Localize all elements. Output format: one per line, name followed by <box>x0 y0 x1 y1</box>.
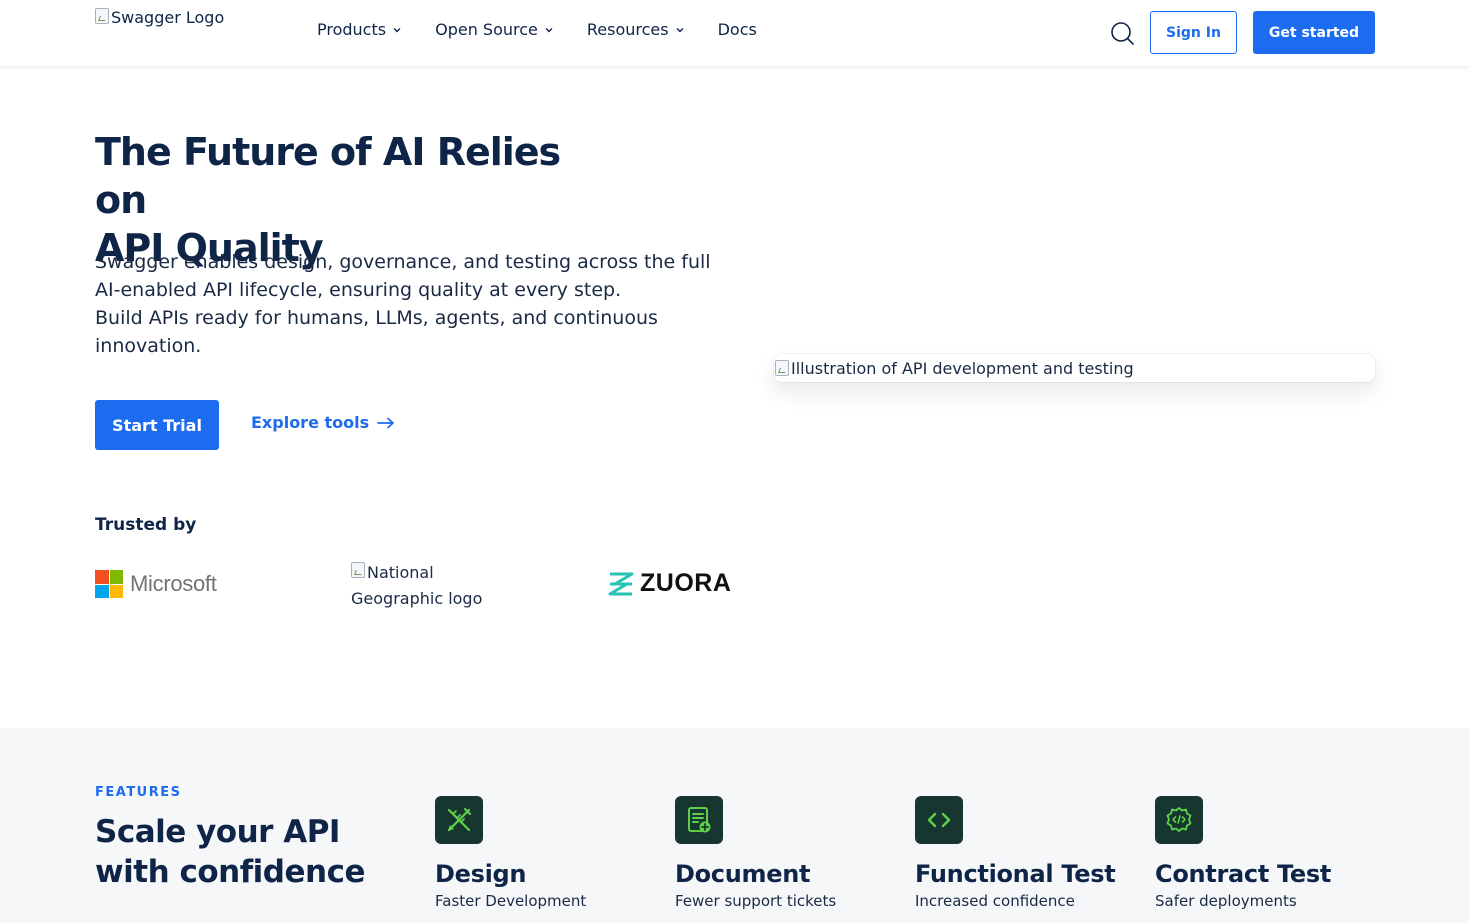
sign-in-button[interactable]: Sign In <box>1150 11 1237 54</box>
features-eyebrow: FEATURES <box>95 785 182 800</box>
document-add-icon <box>675 796 723 844</box>
feature-card-design[interactable]: Design Faster Development <box>435 796 655 910</box>
code-gear-icon <box>1155 796 1203 844</box>
nav-item-open-source[interactable]: Open Source <box>435 20 554 39</box>
nav-item-docs[interactable]: Docs <box>718 20 757 39</box>
nav-label: Resources <box>586 20 669 39</box>
microsoft-logo: Microsoft <box>95 570 217 598</box>
logo-alt-text: Swagger Logo <box>111 8 225 27</box>
feature-subtitle: Safer deployments <box>1155 892 1297 910</box>
get-started-button[interactable]: Get started <box>1253 11 1375 54</box>
zuora-mark-icon <box>608 572 634 595</box>
explore-tools-label: Explore tools <box>251 413 370 432</box>
nav-label: Open Source <box>435 20 538 39</box>
explore-tools-link[interactable]: Explore tools <box>251 413 395 432</box>
design-tools-icon <box>435 796 483 844</box>
chevron-down-icon <box>675 25 685 35</box>
feature-subtitle: Increased confidence <box>915 892 1075 910</box>
nav-label: Docs <box>717 20 757 39</box>
main-nav: Products Open Source Resources Docs <box>317 20 790 39</box>
site-header: Swagger Logo Products Open Source Resour… <box>0 0 1470 66</box>
zuora-wordmark: ZUORA <box>640 569 732 597</box>
hero-description: Swagger enables design, governance, and … <box>95 248 735 360</box>
feature-title: Contract Test <box>1155 860 1332 888</box>
trusted-by-heading: Trusted by <box>95 515 197 535</box>
feature-title: Functional Test <box>915 860 1116 888</box>
broken-image-icon <box>775 360 789 376</box>
national-geographic-logo: National Geographic logo <box>351 560 491 612</box>
hero-illustration-alt: Illustration of API development and test… <box>791 358 1134 378</box>
microsoft-grid-icon <box>95 570 123 598</box>
nav-label: Products <box>317 20 387 39</box>
zuora-logo: ZUORA <box>607 569 731 598</box>
arrow-right-icon <box>377 417 395 429</box>
chevron-down-icon <box>392 25 402 35</box>
swagger-logo[interactable]: Swagger Logo <box>95 8 224 27</box>
start-trial-button[interactable]: Start Trial <box>95 400 219 450</box>
feature-card-document[interactable]: Document Fewer support tickets <box>675 796 895 910</box>
features-title: Scale your API with confidence <box>95 814 366 890</box>
feature-title: Design <box>435 860 527 888</box>
chevron-down-icon <box>544 25 554 35</box>
microsoft-wordmark: Microsoft <box>130 571 217 596</box>
search-icon[interactable] <box>1109 20 1135 46</box>
feature-card-contract-test[interactable]: Contract Test Safer deployments <box>1155 796 1375 910</box>
nav-item-resources[interactable]: Resources <box>587 20 685 39</box>
natgeo-alt-text: National Geographic logo <box>351 563 483 608</box>
broken-image-icon <box>351 562 365 578</box>
feature-title: Document <box>675 860 811 888</box>
feature-subtitle: Faster Development <box>435 892 587 910</box>
hero-description-p2: Build APIs ready for humans, LLMs, agent… <box>95 307 658 357</box>
feature-subtitle: Fewer support tickets <box>675 892 837 910</box>
feature-card-functional-test[interactable]: Functional Test Increased confidence <box>915 796 1135 910</box>
hero-description-p1: Swagger enables design, governance, and … <box>95 251 711 301</box>
features-section: FEATURES Scale your API with confidence … <box>0 728 1470 923</box>
hero-title-line1: The Future of AI Relies on <box>95 130 561 222</box>
broken-image-icon <box>95 8 109 24</box>
hero-illustration: Illustration of API development and test… <box>774 354 1375 382</box>
code-brackets-icon <box>915 796 963 844</box>
nav-item-products[interactable]: Products <box>317 20 402 39</box>
